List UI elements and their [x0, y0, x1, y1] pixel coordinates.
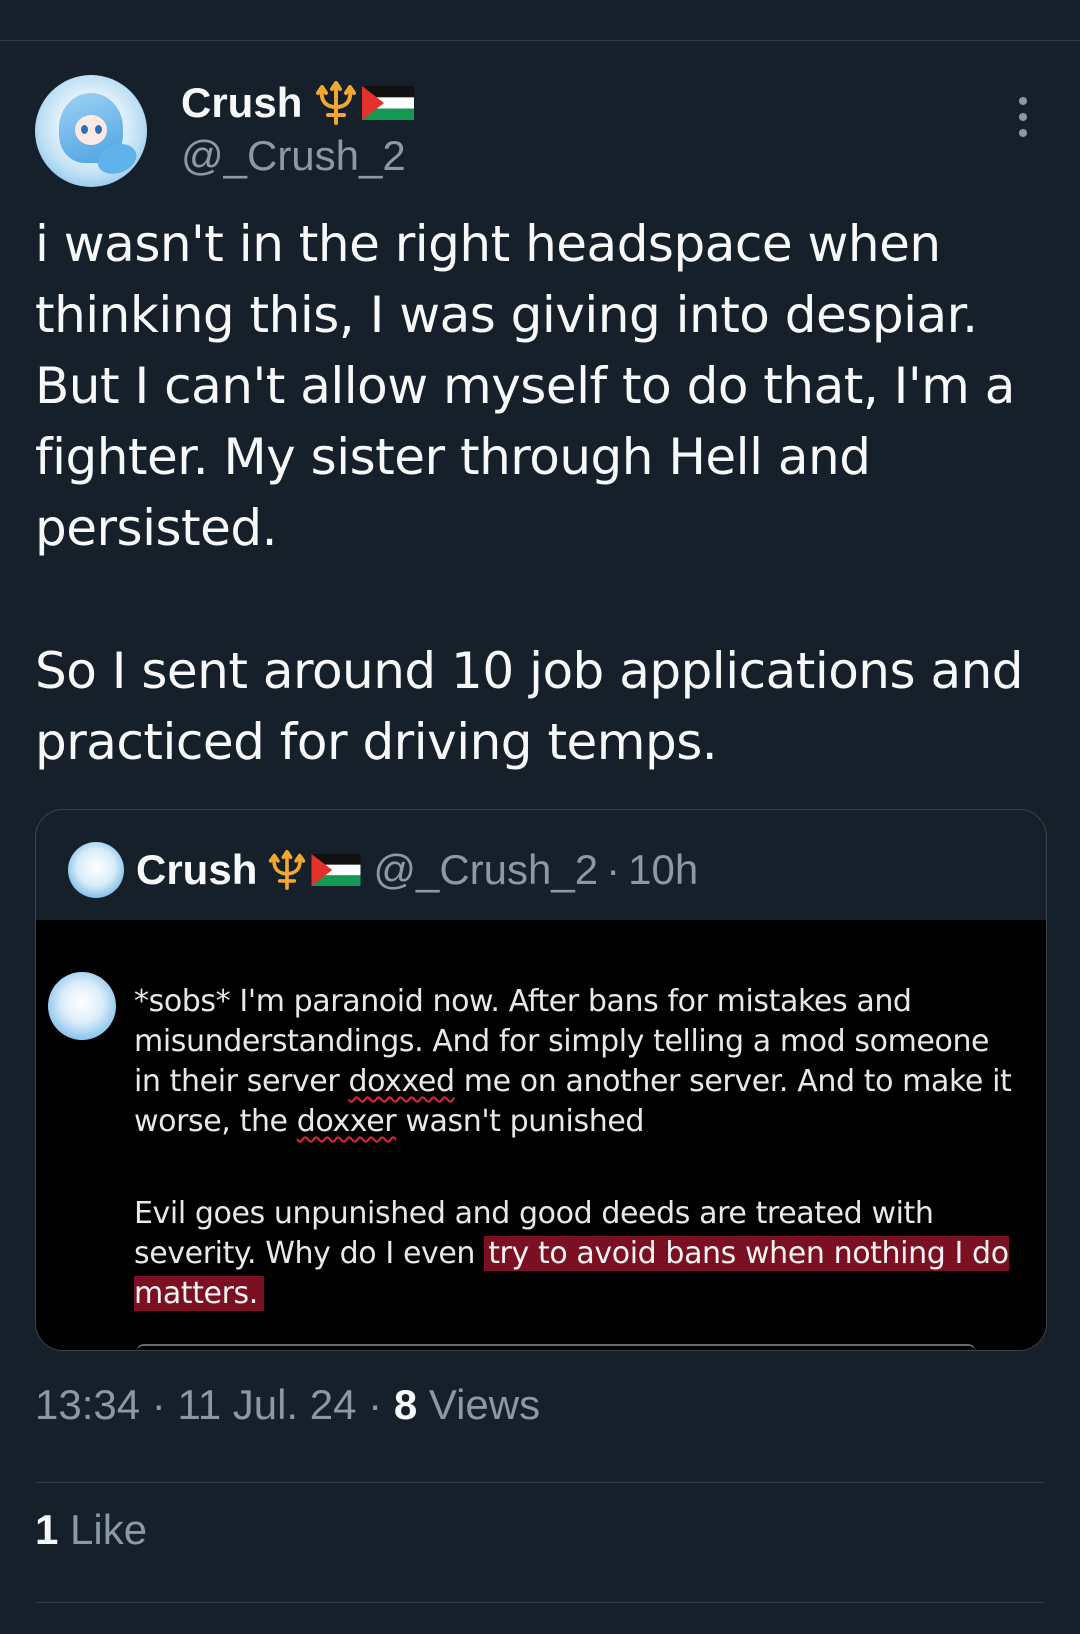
likes-label: Like: [70, 1506, 148, 1553]
tweet-text: i wasn't in the right headspace when thi…: [35, 209, 1045, 778]
separator-dot: ·: [368, 1381, 383, 1428]
divider: [35, 1482, 1045, 1483]
tweet-paragraph: i wasn't in the right headspace when thi…: [35, 215, 1015, 557]
screenshot-text: *sobs* I'm paranoid now. After bans for …: [134, 982, 1014, 1314]
quoted-timestamp: 10h: [628, 846, 699, 893]
quoted-display-name: Crush: [136, 846, 258, 893]
tweet-time[interactable]: 13:34: [35, 1381, 140, 1428]
likes-stat[interactable]: 1 Like: [35, 1506, 147, 1554]
quoted-screenshot-image[interactable]: *sobs* I'm paranoid now. After bans for …: [36, 920, 1046, 1350]
quoted-handle: @_Crush_2: [373, 846, 599, 893]
screenshot-avatar: [48, 972, 116, 1040]
quoted-avatar: [68, 842, 124, 898]
screenshot-cropped-edge: [136, 1344, 976, 1350]
divider: [35, 1602, 1045, 1603]
views-label: Views: [428, 1381, 541, 1428]
more-options-icon[interactable]: [1011, 97, 1035, 141]
tweet-meta: 13:34 · 11 Jul. 24 · 8 Views: [35, 1381, 540, 1429]
palestine-flag-icon: [362, 86, 415, 120]
separator-dot: ·: [606, 846, 621, 893]
trident-icon: [269, 850, 306, 890]
views-count: 8: [393, 1381, 418, 1428]
author-handle[interactable]: @_Crush_2: [181, 131, 414, 181]
quoted-tweet-header: Crush @_Crush_2 · 10h: [68, 840, 698, 900]
tweet-header: Crush @_Crush_2: [35, 75, 1045, 187]
avatar[interactable]: [35, 75, 147, 187]
screenshot-paragraph: *sobs* I'm paranoid now. After bans for …: [134, 982, 1014, 1142]
quoted-tweet-card[interactable]: Crush @_Crush_2 · 10h *sobs* I'm paranoi…: [35, 809, 1047, 1351]
author-display-name-row[interactable]: Crush: [181, 75, 415, 131]
likes-count: 1: [35, 1506, 59, 1553]
screenshot-paragraph: Evil goes unpunished and good deeds are …: [134, 1194, 1014, 1314]
author-names: Crush @_Crush_2: [181, 75, 415, 181]
trident-icon: [316, 81, 357, 125]
palestine-flag-icon: [311, 854, 361, 886]
misspelled-word: doxxed: [348, 1064, 455, 1099]
separator-dot: ·: [151, 1381, 166, 1428]
author-display-name[interactable]: Crush: [181, 75, 302, 131]
screenshot-text-segment: wasn't punished: [396, 1104, 645, 1139]
tweet-paragraph: So I sent around 10 job applications and…: [35, 642, 1024, 771]
misspelled-word: doxxer: [296, 1104, 397, 1139]
top-bar: [0, 0, 1080, 41]
tweet-date[interactable]: 11 Jul. 24: [177, 1381, 356, 1428]
